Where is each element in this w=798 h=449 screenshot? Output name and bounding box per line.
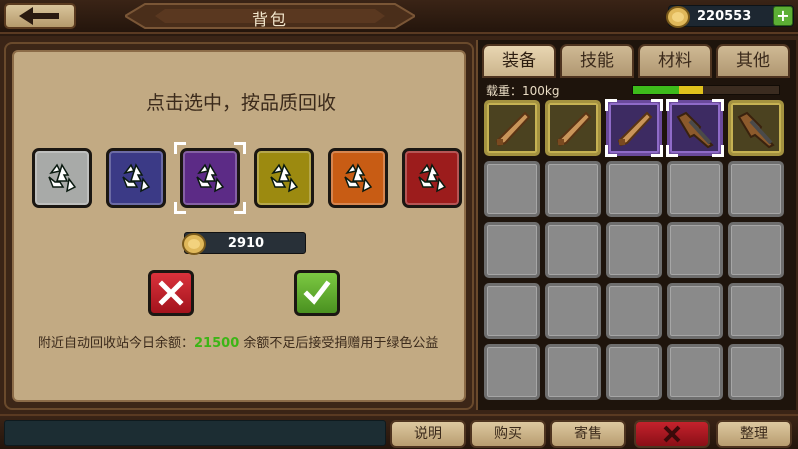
buy-button[interactable]: 购买 xyxy=(470,420,546,448)
shotgun-icon xyxy=(676,111,714,149)
inventory-slot-empty[interactable] xyxy=(606,222,662,278)
inventory-slot-empty[interactable] xyxy=(728,344,784,400)
shotgun-icon xyxy=(737,111,775,149)
inventory-slot-empty[interactable] xyxy=(728,222,784,278)
consign-button[interactable]: 寄售 xyxy=(550,420,626,448)
baseball-bat-icon xyxy=(556,111,592,147)
gold-amount: 220553 xyxy=(697,9,752,24)
tab-1[interactable]: 装备 xyxy=(482,44,556,78)
recycle-icon xyxy=(270,163,299,193)
inventory-slot-empty[interactable] xyxy=(545,344,601,400)
confirm-button[interactable] xyxy=(294,270,340,316)
inventory-slot-empty[interactable] xyxy=(728,283,784,339)
recycle-icon xyxy=(122,163,151,193)
inventory-slot-empty[interactable] xyxy=(545,283,601,339)
title-plate: 背包 xyxy=(125,2,415,30)
recycle-quality-orange-button[interactable] xyxy=(328,148,388,208)
x-icon xyxy=(663,425,681,443)
sort-button[interactable]: 整理 xyxy=(716,420,792,448)
recycle-cost-value: 2910 xyxy=(227,236,265,251)
gold-balance: 220553 + xyxy=(666,5,794,28)
inventory-slot-empty[interactable] xyxy=(484,283,540,339)
tab-4[interactable]: 其他 xyxy=(716,44,790,78)
inventory-grid xyxy=(484,99,790,406)
recycle-icon xyxy=(344,163,373,193)
inventory-slot-item[interactable] xyxy=(484,100,540,156)
baseball-bat-icon xyxy=(495,111,531,147)
recycle-quality-yellow-button[interactable] xyxy=(254,148,314,208)
inventory-slot-item[interactable] xyxy=(605,99,663,157)
weight-bar-fill xyxy=(633,86,704,94)
check-icon xyxy=(303,280,331,305)
inventory-panel: 装备 技能 材料 其他 载重：100kg xyxy=(476,40,796,410)
recycle-title: 点击选中，按品质回收 xyxy=(145,92,336,114)
inventory-slot-empty[interactable] xyxy=(667,344,723,400)
cancel-button[interactable] xyxy=(148,270,194,316)
recycle-quality-red-button[interactable] xyxy=(402,148,462,208)
tab-3[interactable]: 材料 xyxy=(638,44,712,78)
inventory-slot-empty[interactable] xyxy=(728,161,784,217)
inventory-slot-empty[interactable] xyxy=(484,161,540,217)
recycle-icon xyxy=(418,163,447,193)
inventory-slot-empty[interactable] xyxy=(667,161,723,217)
recycle-panel-inner: 点击选中，按品质回收 2910 附近自动回收站今日余额：21500 余额不足后接… xyxy=(12,50,466,402)
main-area: 点击选中，按品质回收 2910 附近自动回收站今日余额：21500 余额不足后接… xyxy=(0,36,798,414)
recycle-quality-purple-button[interactable] xyxy=(180,148,240,208)
arrow-left-icon xyxy=(19,7,59,25)
top-bar: 背包 220553 + xyxy=(0,0,798,34)
recycle-quality-gray-button[interactable] xyxy=(32,148,92,208)
inventory-slot-item[interactable] xyxy=(666,99,724,157)
inventory-slot-empty[interactable] xyxy=(606,161,662,217)
note-prefix: 附近自动回收站今日余额： xyxy=(38,336,195,351)
help-button[interactable]: 说明 xyxy=(390,420,466,448)
inventory-slot-empty[interactable] xyxy=(606,344,662,400)
recycle-icon xyxy=(196,163,225,193)
chat-field[interactable] xyxy=(4,420,386,446)
recycle-note: 附近自动回收站今日余额：21500 余额不足后接受捐赠用于绿色公益 xyxy=(38,336,458,351)
inventory-slot-item[interactable] xyxy=(545,100,601,156)
inventory-slot-empty[interactable] xyxy=(545,222,601,278)
inventory-slot-empty[interactable] xyxy=(545,161,601,217)
x-icon xyxy=(158,280,184,306)
baseball-bat-icon xyxy=(617,111,653,147)
page-title: 背包 xyxy=(251,10,288,29)
add-gold-button[interactable]: + xyxy=(773,6,793,26)
recycle-panel: 点击选中，按品质回收 2910 附近自动回收站今日余额：21500 余额不足后接… xyxy=(4,42,474,410)
inventory-slot-empty[interactable] xyxy=(667,283,723,339)
inventory-slot-empty[interactable] xyxy=(667,222,723,278)
recycle-quality-blue-button[interactable] xyxy=(106,148,166,208)
note-amount: 21500 xyxy=(194,336,240,351)
recycle-cost: 2910 xyxy=(182,232,306,255)
back-button[interactable] xyxy=(4,3,76,29)
tab-2[interactable]: 技能 xyxy=(560,44,634,78)
gold-coin-icon xyxy=(666,6,690,28)
close-button[interactable] xyxy=(634,420,710,448)
inventory-slot-item[interactable] xyxy=(728,100,784,156)
weight-bar xyxy=(632,85,780,95)
note-suffix: 余额不足后接受捐赠用于绿色公益 xyxy=(243,336,439,351)
inventory-slot-empty[interactable] xyxy=(484,222,540,278)
weight-label: 载重：100kg xyxy=(486,84,560,98)
bottom-bar: 说明 购买 寄售 整理 xyxy=(0,414,798,449)
inventory-slot-empty[interactable] xyxy=(606,283,662,339)
inventory-slot-empty[interactable] xyxy=(484,344,540,400)
recycle-icon xyxy=(48,163,77,193)
